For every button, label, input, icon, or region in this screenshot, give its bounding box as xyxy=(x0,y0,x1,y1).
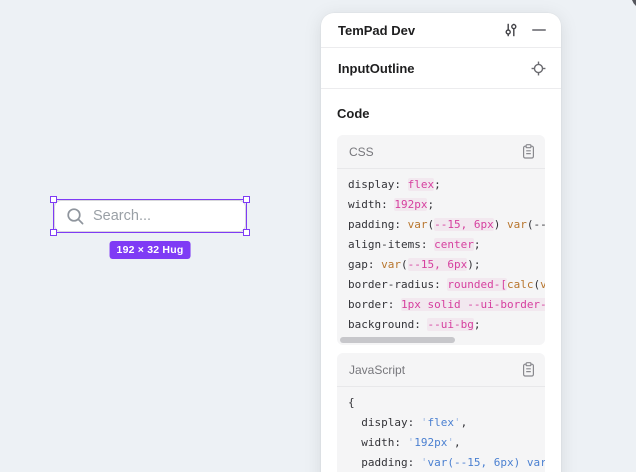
crosshair-icon[interactable] xyxy=(531,61,546,76)
minimize-button[interactable] xyxy=(532,29,546,31)
magnifier-icon xyxy=(66,207,85,226)
selection-handle-bottom-right[interactable] xyxy=(243,229,250,236)
code-section: Code CSS display: flex;width: 192px;padd… xyxy=(321,89,561,472)
code-line: display: 'flex', xyxy=(348,413,534,433)
code-line: display: flex; xyxy=(348,175,534,195)
code-line: gap: var(--15, 6px); xyxy=(348,255,534,275)
search-placeholder: Search... xyxy=(93,208,151,224)
selection-handle-top-right[interactable] xyxy=(243,196,250,203)
code-line: { xyxy=(348,393,534,413)
code-line: width: '192px', xyxy=(348,433,534,453)
css-code-area: display: flex;width: 192px;padding: var(… xyxy=(337,169,545,337)
size-badge: 192 × 32 Hug xyxy=(110,241,191,259)
horizontal-scrollbar-thumb[interactable] xyxy=(340,337,455,343)
sliders-icon[interactable] xyxy=(503,22,519,38)
selection-handle-bottom-left[interactable] xyxy=(50,229,57,236)
panel-header: TemPad Dev xyxy=(321,13,561,48)
panel-title: TemPad Dev xyxy=(338,23,503,38)
minus-icon xyxy=(532,29,546,31)
code-section-label: Code xyxy=(337,106,545,121)
code-line: border: 1px solid --ui-border- xyxy=(348,295,534,315)
code-line: border-radius: rounded-[calc(v xyxy=(348,275,534,295)
code-line: background: --ui-bg; xyxy=(348,315,534,335)
selection-handle-top-left[interactable] xyxy=(50,196,57,203)
tempad-dev-panel: TemPad Dev InputOutline xyxy=(321,13,561,472)
code-line: padding: var(--15, 6px) var(-- xyxy=(348,215,534,235)
search-input[interactable]: Search... xyxy=(54,200,246,232)
component-row[interactable]: InputOutline xyxy=(321,48,561,89)
code-line: align-items: center; xyxy=(348,235,534,255)
css-code-card: CSS display: flex;width: 192px;padding: … xyxy=(337,135,545,345)
javascript-card-title: JavaScript xyxy=(349,363,522,377)
code-line: width: 192px; xyxy=(348,195,534,215)
code-line: padding: 'var(--15, 6px) var xyxy=(348,453,534,472)
clipboard-icon[interactable] xyxy=(522,144,535,159)
css-card-title: CSS xyxy=(349,145,522,159)
component-name: InputOutline xyxy=(338,61,531,76)
javascript-code-card: JavaScript { display: 'flex', width: '19… xyxy=(337,353,545,472)
javascript-code-area: { display: 'flex', width: '192px', paddi… xyxy=(337,387,545,472)
clipboard-icon[interactable] xyxy=(522,362,535,377)
